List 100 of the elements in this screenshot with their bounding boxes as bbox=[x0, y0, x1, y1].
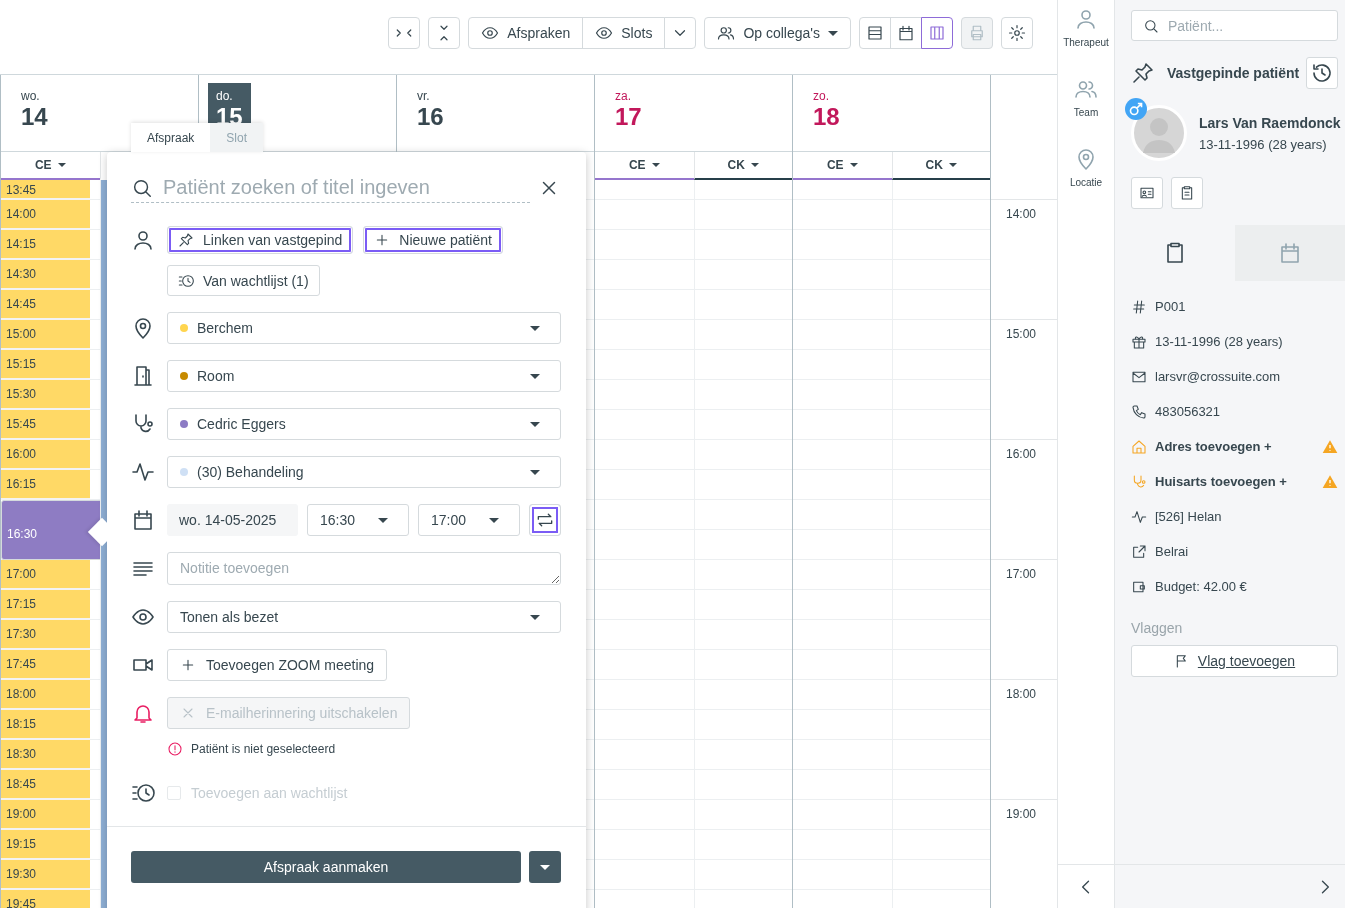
caret-icon bbox=[530, 469, 540, 475]
time-slot[interactable]: 17:00 bbox=[1, 560, 90, 590]
people-icon bbox=[717, 24, 736, 42]
id-card-icon bbox=[1139, 185, 1155, 201]
date-field[interactable]: wo. 14-05-2025 bbox=[167, 504, 298, 536]
patient-name: Lars Van Raemdonck bbox=[1199, 114, 1341, 131]
time-slot[interactable]: 16:30 bbox=[1, 500, 100, 560]
select-field[interactable]: Berchem bbox=[167, 312, 561, 344]
column-header[interactable]: CK bbox=[891, 152, 990, 180]
caret-icon bbox=[57, 163, 66, 167]
time-slot[interactable]: 17:15 bbox=[1, 590, 90, 620]
pushpin-icon bbox=[178, 232, 194, 248]
select-field[interactable]: (30) Behandeling bbox=[167, 456, 561, 488]
time-slot[interactable]: 18:00 bbox=[1, 680, 90, 710]
patient-button[interactable]: Nieuwe patiënt bbox=[363, 226, 503, 254]
caret-icon bbox=[849, 163, 858, 167]
visibility-select[interactable]: Tonen als bezet bbox=[167, 601, 561, 633]
patient-search-field[interactable]: Patiënt... bbox=[1131, 10, 1338, 41]
calendar-icon bbox=[1278, 241, 1302, 265]
filter-toggle[interactable]: Slots bbox=[582, 17, 666, 49]
caret-icon bbox=[530, 325, 540, 331]
eye-icon bbox=[481, 24, 500, 42]
hour-label: 14:00 bbox=[1005, 206, 1038, 223]
settings-button[interactable] bbox=[1001, 17, 1033, 49]
info-text: larsvr@crossuite.com bbox=[1155, 369, 1282, 384]
nav-item[interactable]: Locatie bbox=[1058, 140, 1114, 210]
time-slot[interactable]: 18:15 bbox=[1, 710, 90, 740]
id-card-button[interactable] bbox=[1131, 177, 1163, 209]
collapse-rows-button[interactable] bbox=[428, 17, 461, 49]
panel-title: Vastgepinde patiënt bbox=[1167, 65, 1300, 81]
info-text: Adres toevoegen + bbox=[1155, 439, 1273, 454]
note-field[interactable]: Notitie toevoegen bbox=[167, 552, 561, 585]
settings-icon bbox=[1008, 24, 1026, 42]
time-slot[interactable]: 19:30 bbox=[1, 860, 90, 890]
add-flag-button[interactable]: Vlag toevoegen bbox=[1131, 645, 1338, 677]
time-slot[interactable]: 17:30 bbox=[1, 620, 90, 650]
day-number: 18 bbox=[813, 103, 840, 131]
nav-label: Therapeut bbox=[1063, 37, 1109, 48]
repeat-button[interactable] bbox=[529, 504, 561, 536]
error-message: Patiënt is niet geselecteerd bbox=[191, 742, 336, 756]
day-number: 17 bbox=[615, 103, 642, 131]
avatar bbox=[1131, 105, 1187, 161]
time-slot[interactable]: 16:15 bbox=[1, 470, 90, 500]
time-slot[interactable]: 15:30 bbox=[1, 380, 90, 410]
info-text: 13-11-1996 (28 years) bbox=[1155, 334, 1284, 349]
time-slot[interactable]: 18:45 bbox=[1, 770, 90, 800]
checkbox-label: Toevoegen aan wachtlijst bbox=[191, 785, 348, 801]
time-slot[interactable]: 17:45 bbox=[1, 650, 90, 680]
start-time-select[interactable]: 16:30 bbox=[307, 504, 409, 536]
time-slot[interactable]: 18:30 bbox=[1, 740, 90, 770]
time-slot[interactable]: 14:45 bbox=[1, 290, 90, 320]
time-slot[interactable]: 14:15 bbox=[1, 230, 90, 260]
day-number: 14 bbox=[21, 103, 48, 131]
calendar-icon bbox=[131, 508, 155, 532]
collapse-columns-button[interactable] bbox=[388, 17, 421, 49]
dropdown-button[interactable] bbox=[529, 851, 561, 883]
nav-item[interactable]: Team bbox=[1058, 70, 1114, 140]
hour-label: 15:00 bbox=[1005, 326, 1038, 343]
select-field[interactable]: Room bbox=[167, 360, 561, 392]
caret-icon bbox=[378, 517, 388, 523]
warning-icon bbox=[1322, 473, 1338, 490]
time-slot[interactable]: 14:30 bbox=[1, 260, 90, 290]
time-slot[interactable]: 16:00 bbox=[1, 440, 90, 470]
alert-icon bbox=[167, 741, 183, 757]
zoom-meeting-button[interactable]: Toevoegen ZOOM meeting bbox=[167, 649, 388, 681]
tab[interactable]: Afspraak bbox=[131, 123, 211, 152]
column-header[interactable]: CK bbox=[693, 152, 792, 180]
time-slot[interactable]: 15:45 bbox=[1, 410, 90, 440]
caret-icon bbox=[530, 421, 540, 427]
nav-item[interactable]: Therapeut bbox=[1058, 0, 1114, 70]
weekday-label: zo. bbox=[813, 89, 830, 103]
eye-icon bbox=[595, 24, 614, 42]
patient-button[interactable]: Van wachtlijst (1) bbox=[167, 265, 320, 296]
select-field[interactable]: Cedric Eggers bbox=[167, 408, 561, 440]
weekday-label: wo. bbox=[21, 89, 41, 103]
search-field[interactable]: Patiënt zoeken of titel ingeven bbox=[131, 173, 530, 203]
select-value: Cedric Eggers bbox=[197, 416, 287, 432]
create-appointment-button[interactable]: Afspraak aanmaken bbox=[131, 851, 521, 883]
time-slot[interactable]: 19:45 bbox=[1, 890, 90, 908]
weekday-label: vr. bbox=[417, 89, 431, 103]
history-button[interactable] bbox=[1306, 57, 1338, 89]
info-text: P001 bbox=[1155, 299, 1187, 314]
time-slot[interactable]: 13:45 bbox=[1, 180, 90, 200]
time-slot[interactable]: 15:15 bbox=[1, 350, 90, 380]
colleagues-dropdown[interactable]: Op collega's bbox=[704, 17, 851, 49]
search-icon bbox=[1143, 17, 1159, 34]
time-slot[interactable]: 19:15 bbox=[1, 830, 90, 860]
end-time-select[interactable]: 17:00 bbox=[418, 504, 520, 536]
hour-label: 16:00 bbox=[1005, 446, 1038, 463]
info-text: 483056321 bbox=[1155, 404, 1222, 419]
filter-toggle[interactable]: Afspraken bbox=[468, 17, 584, 49]
time-slot[interactable]: 15:00 bbox=[1, 320, 90, 350]
time-slot[interactable]: 14:00 bbox=[1, 200, 90, 230]
printer-icon bbox=[968, 24, 986, 42]
info-text: [526] Helan bbox=[1155, 509, 1223, 524]
patient-button[interactable]: Linken van vastgepind bbox=[167, 226, 354, 254]
time-slot[interactable]: 19:00 bbox=[1, 800, 90, 830]
clipboard-button[interactable] bbox=[1171, 177, 1203, 209]
caret-icon bbox=[828, 30, 838, 36]
select-value: Room bbox=[197, 368, 236, 384]
